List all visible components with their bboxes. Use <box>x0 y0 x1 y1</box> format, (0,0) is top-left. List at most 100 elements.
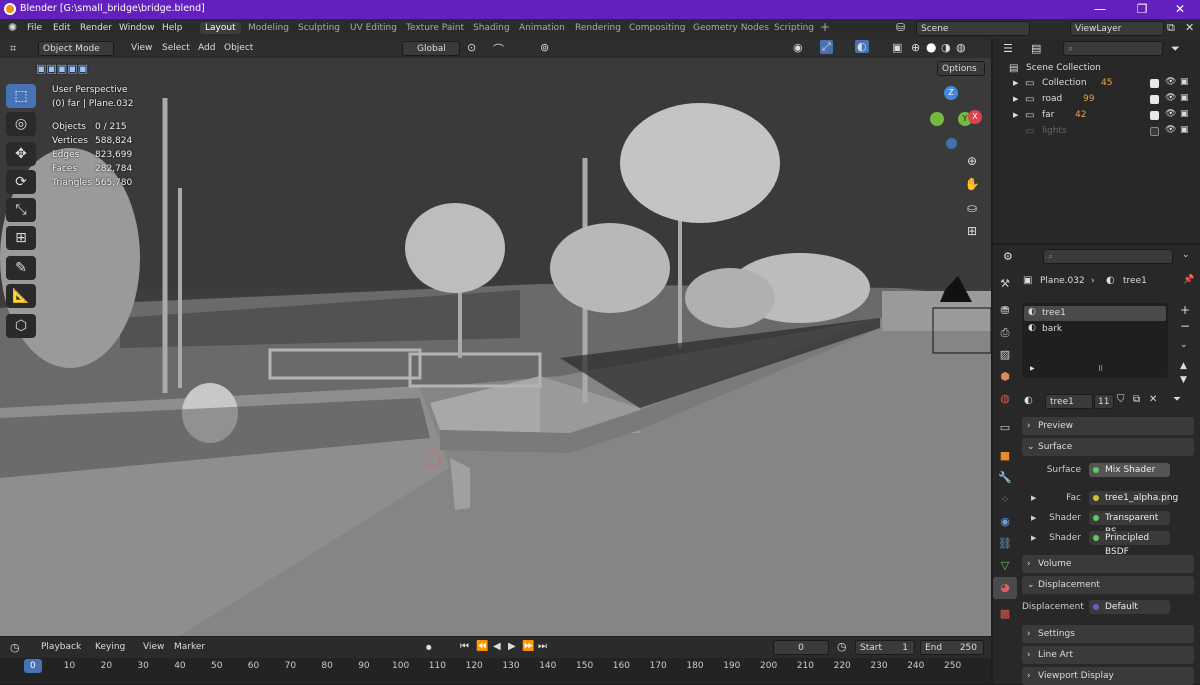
exclude-checkbox[interactable] <box>1150 95 1159 104</box>
tab-modeling[interactable]: Modeling <box>248 23 289 33</box>
tab-texture-paint[interactable]: Texture Paint <box>406 23 464 33</box>
menu-marker[interactable]: Marker <box>174 642 205 652</box>
measure-tool-icon[interactable]: 📐 <box>6 284 36 308</box>
list-item[interactable]: ◐ tree1 <box>1024 306 1166 321</box>
expand-arrow-icon[interactable]: ▶ <box>1013 79 1018 87</box>
transform-orientation-selector[interactable]: Global <box>402 41 460 56</box>
play-reverse-icon[interactable]: ◀ <box>493 641 501 652</box>
object-tab-icon[interactable]: ■ <box>993 445 1017 467</box>
editor-type-icon[interactable]: ⌗ <box>10 42 16 56</box>
panel-settings[interactable]: › Settings <box>1022 625 1194 643</box>
menu-view[interactable]: View <box>131 43 152 53</box>
shader-input-field[interactable]: Principled BSDF <box>1089 531 1170 557</box>
3d-viewport[interactable]: User Perspective (0) far | Plane.032 Obj… <box>0 58 991 636</box>
add-cube-tool-icon[interactable]: ⬡ <box>6 314 36 338</box>
pan-hand-icon[interactable]: ✋ <box>961 173 983 195</box>
tab-scripting[interactable]: Scripting <box>774 23 814 33</box>
menu-object[interactable]: Object <box>224 43 253 53</box>
clock-icon[interactable]: ◷ <box>837 640 847 653</box>
outliner-item-far[interactable]: far <box>1042 110 1054 120</box>
material-users-count[interactable]: 11 <box>1094 394 1114 409</box>
chevron-down-icon[interactable]: ⌄ <box>1182 250 1190 260</box>
texture-tab-icon[interactable]: ▩ <box>993 603 1017 625</box>
timeline-editor-icon[interactable]: ◷ <box>10 641 20 654</box>
rotate-tool-icon[interactable]: ⟳ <box>6 170 36 194</box>
expand-arrow-icon[interactable]: ▶ <box>1013 111 1018 119</box>
outliner-editor-icon[interactable]: ☰ <box>1003 42 1013 55</box>
material-filter-icon[interactable]: ⏷ <box>1173 394 1181 405</box>
pivot-icon[interactable]: ⊙ <box>467 41 476 54</box>
minimize-button[interactable]: — <box>1080 0 1120 19</box>
gizmo-toggle-icon[interactable]: ⤢ <box>820 40 833 54</box>
options-button[interactable]: Options <box>937 61 985 76</box>
panel-viewport-display[interactable]: › Viewport Display <box>1022 667 1194 685</box>
add-slot-button[interactable]: + <box>1180 303 1190 317</box>
xray-icon[interactable]: ▣ <box>892 41 902 54</box>
panel-volume[interactable]: › Volume <box>1022 555 1194 573</box>
exclude-checkbox[interactable] <box>1150 79 1159 88</box>
scene-collection-label[interactable]: Scene Collection <box>1026 63 1101 73</box>
collection-tab-icon[interactable]: ▭ <box>993 417 1017 439</box>
tab-geometry-nodes[interactable]: Geometry Nodes <box>693 23 769 33</box>
fac-input-field[interactable]: tree1_alpha.png <box>1089 491 1178 505</box>
blender-menu-icon[interactable]: ✺ <box>8 21 17 34</box>
modifier-tab-icon[interactable]: 🔧 <box>993 467 1017 489</box>
annotate-tool-icon[interactable]: ✎ <box>6 256 36 280</box>
pin-icon[interactable]: 📌 <box>1183 275 1194 285</box>
jump-end-icon[interactable]: ⏭ <box>538 641 547 652</box>
y-axis-neg-icon[interactable] <box>930 112 944 126</box>
camera-icon[interactable]: ⛀ <box>961 197 983 219</box>
camera-render-icon[interactable]: ▣ <box>1180 93 1189 103</box>
panel-line-art[interactable]: › Line Art <box>1022 646 1194 664</box>
end-frame-field[interactable]: End 250 <box>920 640 984 655</box>
tab-sculpting[interactable]: Sculpting <box>298 23 340 33</box>
scene-selector[interactable]: Scene <box>916 21 1030 36</box>
world-tab-icon[interactable]: ◍ <box>993 388 1017 410</box>
add-workspace-icon[interactable]: + <box>820 20 830 34</box>
tab-layout[interactable]: Layout <box>200 22 241 34</box>
material-name-field[interactable]: tree1 <box>1045 394 1093 409</box>
surface-shader-field[interactable]: Mix Shader <box>1089 463 1170 477</box>
move-down-icon[interactable]: ▼ <box>1180 375 1187 385</box>
view-layer-selector[interactable]: ViewLayer <box>1070 21 1164 36</box>
unlink-icon[interactable]: ✕ <box>1149 394 1157 405</box>
list-item[interactable]: ◐ bark <box>1024 322 1166 337</box>
constraints-tab-icon[interactable]: ⛓ <box>993 533 1017 555</box>
exclude-checkbox[interactable] <box>1150 111 1159 120</box>
visibility-icon[interactable]: ◉ <box>793 41 803 54</box>
menu-render[interactable]: Render <box>80 23 112 33</box>
z-axis-icon[interactable]: Z <box>944 86 958 100</box>
menu-playback[interactable]: Playback <box>41 642 81 652</box>
jump-start-icon[interactable]: ⏮ <box>460 641 469 652</box>
record-icon[interactable]: ⏺ <box>426 641 432 655</box>
tab-shading[interactable]: Shading <box>473 23 510 33</box>
remove-slot-button[interactable]: − <box>1180 319 1190 333</box>
material-shading-icon[interactable]: ◑ <box>941 41 951 54</box>
wireframe-shading-icon[interactable]: ⊕ <box>911 41 920 54</box>
particles-tab-icon[interactable]: ⁘ <box>993 489 1017 511</box>
outliner-item-collection[interactable]: Collection <box>1042 78 1087 88</box>
material-browse-icon[interactable]: ◐ <box>1024 395 1033 406</box>
tab-rendering[interactable]: Rendering <box>575 23 621 33</box>
menu-view[interactable]: View <box>143 642 164 652</box>
mode-selector[interactable]: Object Mode <box>38 41 114 56</box>
display-mode-icon[interactable]: ▤ <box>1031 42 1041 55</box>
copy-layer-icon[interactable]: ⧉ <box>1167 21 1175 35</box>
snap-icon[interactable]: ⌒ <box>493 41 504 57</box>
panel-preview[interactable]: › Preview <box>1022 417 1194 435</box>
filter-icon[interactable]: ⏷ <box>1171 42 1180 56</box>
next-keyframe-icon[interactable]: ⏩ <box>522 641 534 652</box>
camera-render-icon[interactable]: ▣ <box>1180 77 1189 87</box>
tab-compositing[interactable]: Compositing <box>629 23 685 33</box>
eye-icon[interactable]: 👁 <box>1165 125 1176 135</box>
solid-shading-icon[interactable]: ● <box>926 40 936 54</box>
maximize-button[interactable]: ❐ <box>1122 0 1162 19</box>
menu-window[interactable]: Window <box>119 23 155 33</box>
close-button[interactable]: ✕ <box>1160 0 1200 19</box>
eye-icon[interactable]: 👁 <box>1165 109 1176 119</box>
select-mode-icons[interactable]: ▣▣▣▣▣ <box>36 62 88 75</box>
overlay-toggle-icon[interactable]: ◐ <box>855 40 869 53</box>
data-tab-icon[interactable]: ▽ <box>993 555 1017 577</box>
output-tab-icon[interactable]: ⎙ <box>993 322 1017 344</box>
properties-search-input[interactable]: ⌕ <box>1043 249 1173 264</box>
